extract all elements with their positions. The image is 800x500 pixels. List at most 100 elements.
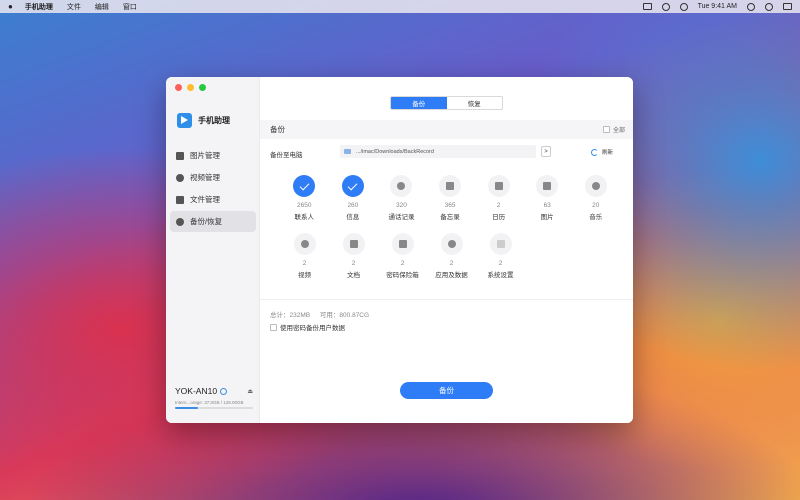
category-settings[interactable]: 2 系统设置: [476, 233, 525, 291]
app-logo-icon: [177, 113, 192, 128]
folder-icon: [176, 195, 184, 204]
category-password-vault[interactable]: 2 密码保险箱: [378, 233, 427, 291]
category-notes[interactable]: 365 备忘录: [426, 175, 475, 233]
category-count: 2650: [297, 202, 312, 209]
backup-icon: [176, 217, 184, 226]
category-count: 63: [543, 202, 551, 209]
category-grid: 2650 联系人 260 信息 320 通话记录 365 备忘录 2 日历 63…: [280, 175, 620, 291]
category-label: 视频: [298, 272, 311, 279]
mode-tabs: 备份 恢复: [390, 96, 503, 110]
menu-file[interactable]: 文件: [67, 2, 81, 12]
refresh-icon: [591, 148, 598, 156]
encrypt-option[interactable]: 使用密码备份用户数据: [270, 322, 345, 332]
category-count: 2: [351, 260, 356, 267]
more-icon[interactable]: [489, 233, 512, 255]
vault-icon[interactable]: [391, 233, 414, 255]
category-count: 2: [498, 260, 503, 267]
checked-icon[interactable]: [293, 175, 316, 197]
tab-backup[interactable]: 备份: [391, 97, 447, 109]
maximize-button[interactable]: [199, 84, 206, 91]
category-count: 2: [496, 202, 501, 209]
checked-icon[interactable]: [341, 175, 364, 197]
category-label: 密码保险箱: [386, 272, 419, 279]
music-icon[interactable]: [584, 175, 607, 197]
clock[interactable]: Tue 9:41 AM: [698, 3, 737, 10]
storage-stats: 总计：232MB 可用：800.87CG: [270, 309, 377, 319]
siri-icon[interactable]: [765, 2, 773, 11]
document-icon[interactable]: [342, 233, 365, 255]
category-label: 音乐: [589, 214, 603, 221]
menu-window[interactable]: 窗口: [123, 2, 137, 12]
sidebar-item-backup[interactable]: 备份/恢复: [170, 211, 256, 232]
storage-text: Intern...orage: 37.0GB / 128.00GB: [175, 400, 244, 405]
minimize-button[interactable]: [187, 84, 194, 91]
video-icon[interactable]: [293, 233, 316, 255]
category-count: 320: [396, 202, 407, 209]
sidebar-item-label: 文件管理: [190, 195, 220, 204]
category-label: 系统设置: [487, 272, 514, 279]
category-apps[interactable]: 2 应用及数据: [427, 233, 476, 291]
backup-button[interactable]: 备份: [400, 382, 493, 399]
sidebar-item-label: 图片管理: [190, 151, 220, 160]
category-count: 2: [449, 260, 454, 267]
eject-icon[interactable]: ⏏: [247, 388, 253, 395]
sidebar-item-photos[interactable]: 图片管理: [170, 145, 256, 166]
wifi-icon[interactable]: [661, 2, 670, 11]
close-button[interactable]: [175, 84, 182, 91]
category-label: 通话记录: [388, 214, 415, 221]
path-field[interactable]: .../imac/Downloads/BackRecord: [340, 145, 536, 158]
category-label: 日历: [492, 214, 506, 221]
select-all[interactable]: 全部: [602, 125, 625, 134]
category-label: 联系人: [294, 214, 315, 221]
volume-icon[interactable]: [679, 2, 688, 11]
category-count: 20: [592, 202, 600, 209]
phone-icon[interactable]: [390, 175, 413, 197]
available-size: 可用：800.87CG: [319, 312, 370, 319]
category-row: 2 视频 2 文档 2 密码保险箱 2 应用及数据 2 系统设置: [280, 233, 620, 291]
search-icon[interactable]: [747, 2, 755, 11]
apple-menu-icon[interactable]: ●: [8, 2, 13, 11]
path-label: 备份至电脑: [270, 152, 303, 159]
control-center-icon[interactable]: [783, 3, 792, 10]
storage-fill: [175, 407, 198, 409]
browse-button[interactable]: >: [541, 146, 551, 157]
divider: [260, 299, 633, 300]
encrypt-checkbox[interactable]: [270, 323, 277, 331]
category-call-log[interactable]: 320 通话记录: [377, 175, 426, 233]
calendar-icon[interactable]: [487, 175, 510, 197]
category-count: 365: [444, 202, 456, 209]
tab-restore[interactable]: 恢复: [447, 97, 503, 109]
refresh-label: 刷新: [602, 150, 614, 156]
sidebar-item-files[interactable]: 文件管理: [170, 189, 256, 210]
video-icon: [176, 173, 184, 182]
folder-icon: [344, 149, 351, 154]
category-photos[interactable]: 63 图片: [523, 175, 572, 233]
category-label: 信息: [346, 214, 360, 221]
airplay-icon[interactable]: [642, 3, 652, 10]
info-icon[interactable]: [220, 387, 228, 395]
app-brand: 手机助理: [177, 113, 230, 128]
menu-edit[interactable]: 编辑: [95, 2, 109, 12]
app-name: 手机助理: [198, 116, 230, 125]
menu-app[interactable]: 手机助理: [25, 2, 53, 12]
device-panel: YOK-AN10 ⏏ Intern...orage: 37.0GB / 128.…: [175, 386, 253, 409]
category-messages[interactable]: 260 信息: [329, 175, 378, 233]
image-icon[interactable]: [536, 175, 559, 197]
sidebar-nav: 图片管理 视频管理 文件管理 备份/恢复: [170, 145, 256, 233]
category-row: 2650 联系人 260 信息 320 通话记录 365 备忘录 2 日历 63…: [280, 175, 620, 233]
refresh-button[interactable]: 刷新: [591, 148, 613, 156]
category-music[interactable]: 20 音乐: [571, 175, 620, 233]
section-header: 备份 全部: [260, 120, 633, 139]
mic-icon[interactable]: [440, 233, 463, 255]
notes-icon[interactable]: [439, 175, 462, 197]
sidebar-item-videos[interactable]: 视频管理: [170, 167, 256, 188]
category-videos[interactable]: 2 视频: [280, 233, 329, 291]
category-documents[interactable]: 2 文档: [329, 233, 378, 291]
sidebar-item-label: 备份/恢复: [190, 217, 223, 226]
section-title: 备份: [270, 125, 285, 134]
category-contacts[interactable]: 2650 联系人: [280, 175, 329, 233]
category-calendar[interactable]: 2 日历: [474, 175, 523, 233]
device-name: YOK-AN10: [175, 386, 218, 396]
category-count: 260: [347, 202, 359, 209]
select-all-checkbox[interactable]: [602, 126, 610, 133]
